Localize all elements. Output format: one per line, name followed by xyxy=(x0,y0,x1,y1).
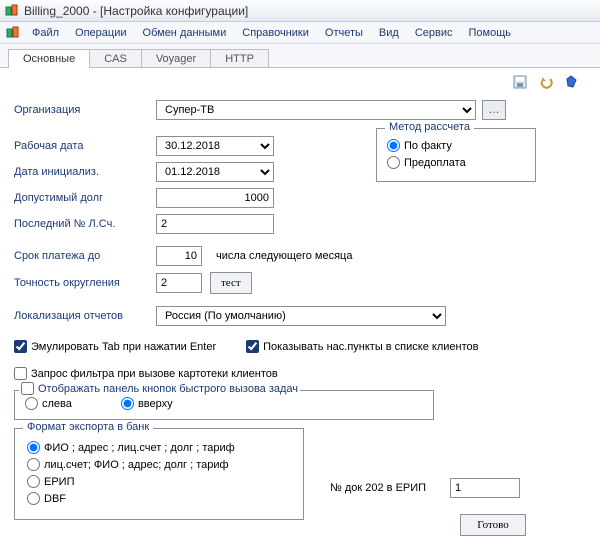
label-debt-limit: Допустимый долг xyxy=(14,192,156,204)
export-opt2-radio[interactable] xyxy=(27,458,40,471)
panel-left-label: слева xyxy=(42,398,72,410)
report-locale-select[interactable]: Россия (По умолчанию) xyxy=(156,306,446,326)
tab-main[interactable]: Основные xyxy=(8,49,90,68)
erip-doc-input[interactable] xyxy=(450,478,520,498)
label-payment-due: Срок платежа до xyxy=(14,250,156,262)
test-button[interactable]: тест xyxy=(210,272,252,294)
export-legend: Формат экспорта в банк xyxy=(23,421,153,433)
method-fieldset: Метод рассчета По факту Предоплата xyxy=(376,128,536,182)
payment-due-input[interactable] xyxy=(156,246,202,266)
label-init-date: Дата инициализ. xyxy=(14,166,156,178)
menubar: Файл Операции Обмен данными Справочники … xyxy=(0,22,600,44)
export-opt1-radio[interactable] xyxy=(27,441,40,454)
label-report-locale: Локализация отчетов xyxy=(14,310,156,322)
export-opt3-radio[interactable] xyxy=(27,475,40,488)
tab-strip: Основные CAS Voyager HTTP xyxy=(0,44,600,67)
export-opt3-label: ЕРИП xyxy=(44,476,75,488)
method-fact-radio[interactable] xyxy=(387,139,400,152)
panel-toolbar xyxy=(512,74,580,90)
menu-help[interactable]: Помощь xyxy=(461,25,520,41)
tab-panel-main: Организация Супер-ТВ … Рабочая дата 30.1… xyxy=(0,67,600,541)
method-prepay-radio[interactable] xyxy=(387,156,400,169)
show-localities-label: Показывать нас.пункты в списке клиентов xyxy=(263,341,478,353)
quick-panel-fieldset: Отображать панель кнопок быстрого вызова… xyxy=(14,390,434,420)
show-localities-checkbox[interactable] xyxy=(246,340,259,353)
erip-area: № док 202 в ЕРИП xyxy=(330,478,520,512)
rounding-input[interactable] xyxy=(156,273,202,293)
menu-file[interactable]: Файл xyxy=(24,25,67,41)
panel-left-radio[interactable] xyxy=(25,397,38,410)
menu-reports[interactable]: Отчеты xyxy=(317,25,371,41)
undo-icon[interactable] xyxy=(538,74,554,90)
tab-voyager[interactable]: Voyager xyxy=(141,49,211,68)
panel-top-radio[interactable] xyxy=(121,397,134,410)
export-opt4-label: DBF xyxy=(44,493,66,505)
menu-view[interactable]: Вид xyxy=(371,25,407,41)
method-fact-label: По факту xyxy=(404,140,452,152)
menu-icon xyxy=(4,26,22,40)
debt-limit-input[interactable] xyxy=(156,188,274,208)
tab-http[interactable]: HTTP xyxy=(210,49,269,68)
organization-select[interactable]: Супер-ТВ xyxy=(156,100,476,120)
menu-operations[interactable]: Операции xyxy=(67,25,134,41)
menu-data-exchange[interactable]: Обмен данными xyxy=(135,25,235,41)
quick-panel-checkbox[interactable] xyxy=(21,382,34,395)
menu-service[interactable]: Сервис xyxy=(407,25,461,41)
done-button[interactable]: Готово xyxy=(460,514,526,536)
label-payment-due-suffix: числа следующего месяца xyxy=(216,250,352,262)
export-opt2-label: лиц.счет; ФИО ; адрес; долг ; тариф xyxy=(44,459,229,471)
app-icon xyxy=(4,3,20,19)
label-working-date: Рабочая дата xyxy=(14,140,156,152)
export-fieldset: Формат экспорта в банк ФИО ; адрес ; лиц… xyxy=(14,428,304,520)
label-erip-doc: № док 202 в ЕРИП xyxy=(330,482,450,494)
export-opt1-label: ФИО ; адрес ; лиц.счет ; долг ; тариф xyxy=(44,442,235,454)
save-icon[interactable] xyxy=(512,74,528,90)
tab-emulate-label: Эмулировать Tab при нажатии Enter xyxy=(31,341,216,353)
help-icon[interactable] xyxy=(564,74,580,90)
label-last-account: Последний № Л.Сч. xyxy=(14,218,156,230)
init-date-select[interactable]: 01.12.2018 xyxy=(156,162,274,182)
menu-directories[interactable]: Справочники xyxy=(234,25,317,41)
tab-cas[interactable]: CAS xyxy=(89,49,142,68)
method-legend: Метод рассчета xyxy=(385,121,474,133)
label-organization: Организация xyxy=(14,104,156,116)
last-account-input[interactable] xyxy=(156,214,274,234)
organization-browse-button[interactable]: … xyxy=(482,100,506,120)
filter-prompt-label: Запрос фильтра при вызове картотеки клие… xyxy=(31,368,278,380)
method-prepay-label: Предоплата xyxy=(404,157,466,169)
label-rounding: Точность округления xyxy=(14,277,156,289)
tab-emulate-checkbox[interactable] xyxy=(14,340,27,353)
export-opt4-radio[interactable] xyxy=(27,492,40,505)
window-title: Billing_2000 - [Настройка конфигурации] xyxy=(24,4,248,18)
filter-prompt-checkbox[interactable] xyxy=(14,367,27,380)
titlebar: Billing_2000 - [Настройка конфигурации] xyxy=(0,0,600,22)
panel-top-label: вверху xyxy=(138,398,173,410)
working-date-select[interactable]: 30.12.2018 xyxy=(156,136,274,156)
quick-panel-label: Отображать панель кнопок быстрого вызова… xyxy=(38,383,298,395)
